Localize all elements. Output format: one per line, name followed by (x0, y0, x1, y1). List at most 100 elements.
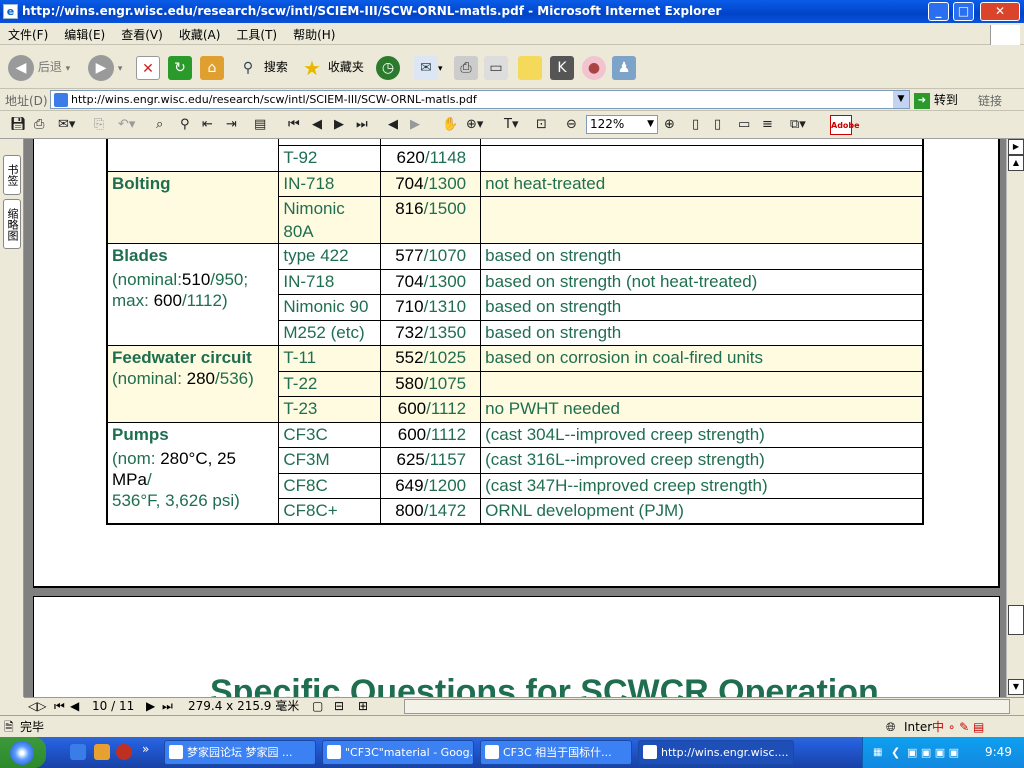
temperature-cell: 620/1148 (380, 145, 482, 172)
keyboard-icon[interactable]: ▦ (873, 737, 882, 768)
print-button[interactable]: ⎙ (454, 52, 478, 82)
scroll-up-icon[interactable]: ▶ (1008, 139, 1024, 155)
edit-button[interactable]: ▭ (484, 52, 508, 82)
tray-collapse-icon[interactable]: ❮ (891, 737, 900, 768)
task-forum[interactable]: 梦家园论坛 梦家园 ... (164, 740, 316, 765)
prev-page-icon[interactable]: ◀ (312, 116, 322, 134)
pdf-document-view[interactable]: T-91593/1100PWHT issuesT-92620/1148Bolti… (24, 139, 1006, 697)
fit-page-icon[interactable]: ▯ (714, 116, 721, 134)
zoom-in-icon[interactable]: ⊕ (664, 116, 675, 134)
status-last-page-icon[interactable]: ⏭ (162, 698, 173, 715)
actual-size-icon[interactable]: ▯ (692, 116, 699, 134)
menu-favorites[interactable]: 收藏(A) (171, 23, 229, 43)
temperature-cell: 732/1350 (380, 319, 482, 346)
last-page-icon[interactable]: ⏭ (356, 116, 368, 134)
save-icon[interactable]: 💾︎ (10, 116, 27, 134)
note-cell: based on strength (480, 294, 924, 321)
copy-icon[interactable]: ⎘ (94, 116, 104, 134)
first-page-icon[interactable]: ⏮ (288, 116, 300, 134)
menu-file[interactable]: 文件(F) (0, 23, 56, 43)
menu-edit[interactable]: 编辑(E) (56, 23, 113, 43)
zoom-tool-icon[interactable]: ⊕▾ (466, 116, 483, 134)
address-input[interactable]: http://wins.engr.wisc.edu/research/scw/i… (50, 90, 910, 109)
back-button[interactable]: ◀ 后退 ▾ (8, 52, 70, 82)
vertical-scrollbar[interactable]: ▶ ▲ ▼ (1006, 139, 1024, 697)
single-page-icon[interactable]: ▢ (312, 698, 323, 715)
page-layout-icon[interactable]: ⧉▾ (790, 116, 806, 134)
pig-button[interactable]: ● (582, 52, 606, 82)
messenger-button[interactable]: ♟ (612, 52, 636, 82)
reflow-icon[interactable]: ≡ (762, 116, 773, 134)
rotate-left-icon[interactable]: ⇤ (202, 116, 213, 134)
forward-view-icon[interactable]: ▶ (410, 116, 420, 134)
clock[interactable]: 9:49 (985, 737, 1012, 768)
task-label: "CF3C"material - Goog... (345, 746, 474, 759)
menu-view[interactable]: 查看(V) (113, 23, 171, 43)
fit-width-icon[interactable]: ▭ (738, 116, 750, 134)
print-icon[interactable]: ⎙ (34, 116, 44, 134)
quicklaunch-more-icon[interactable]: » (142, 742, 149, 756)
task-pdf[interactable]: http://wins.engr.wisc.... (638, 740, 794, 765)
tool-k-button[interactable]: K (550, 52, 574, 82)
adobe-logo-icon[interactable]: Adobe (830, 115, 860, 135)
mail-button[interactable]: ✉ ▾ (414, 52, 443, 82)
next-page-icon[interactable]: ▶ (334, 116, 344, 134)
maximize-button[interactable]: □ (953, 2, 974, 21)
pdf-page-11: Specific Questions for SCWCR Operation (33, 596, 1000, 697)
undo-icon[interactable]: ↶▾ (118, 116, 135, 134)
bookmarks-panel-icon[interactable]: ▤ (254, 116, 266, 134)
hand-tool-icon[interactable]: ✋ (442, 116, 458, 134)
app-quicklaunch-icon[interactable] (116, 744, 132, 760)
search-doc-icon[interactable]: ⚲ (180, 116, 190, 134)
ie-quicklaunch-icon[interactable] (70, 744, 86, 760)
home-button[interactable]: ⌂ (200, 52, 224, 82)
rotate-right-icon[interactable]: ⇥ (226, 116, 237, 134)
explorer-quicklaunch-icon[interactable] (94, 744, 110, 760)
temp-fahrenheit: /1300 (423, 173, 467, 193)
start-button[interactable] (0, 737, 46, 768)
text-select-icon[interactable]: T▾ (504, 116, 518, 134)
facing-icon[interactable]: ⊞ (358, 698, 368, 715)
back-label: 后退 (37, 60, 62, 74)
menu-tools[interactable]: 工具(T) (228, 23, 285, 43)
scroll-page-up-icon[interactable]: ▲ (1008, 155, 1024, 171)
links-label[interactable]: 链接 (978, 92, 1002, 109)
scroll-thumb[interactable] (1008, 605, 1024, 635)
ime-bar-icon[interactable]: 中 ∘ ✎ ▤ (932, 716, 984, 738)
address-dropdown-icon[interactable]: ▼ (893, 91, 909, 108)
minimize-button[interactable]: _ (928, 2, 949, 21)
forward-button[interactable]: ▶ ▾ (88, 52, 122, 82)
nav-toggle-icon[interactable]: ◁▷ (28, 698, 46, 715)
thumbnails-tab[interactable]: 缩略图 (3, 199, 21, 249)
status-prev-page-icon[interactable]: ◀ (70, 698, 79, 715)
bookmarks-tab[interactable]: 书签 (3, 155, 21, 195)
close-button[interactable]: ✕ (980, 2, 1020, 21)
page-indicator[interactable]: 10 / 11 (92, 698, 134, 715)
task-label: 梦家园论坛 梦家园 ... (187, 746, 293, 759)
scroll-down-icon[interactable]: ▼ (1008, 679, 1024, 695)
go-button[interactable]: ➜ 转到 (914, 91, 958, 109)
group-cell: Bolting (106, 170, 280, 244)
email-icon[interactable]: ✉▾ (58, 116, 75, 134)
menu-help[interactable]: 帮助(H) (285, 23, 343, 43)
task-google[interactable]: "CF3C"material - Goog... (322, 740, 474, 765)
horizontal-scrollbar[interactable] (404, 699, 1010, 714)
discuss-button[interactable] (518, 52, 542, 82)
status-first-page-icon[interactable]: ⏮ (54, 698, 65, 715)
zoom-input[interactable]: 122% ▼ (586, 115, 658, 134)
zoom-out-icon[interactable]: ⊖ (566, 116, 577, 134)
snapshot-icon[interactable]: ⊡ (536, 116, 547, 134)
history-button[interactable]: ◷ (376, 52, 400, 82)
material-cell: type 422 (278, 243, 382, 270)
note-icon (518, 55, 542, 80)
tray-app-icons[interactable]: ▣ ▣ ▣ ▣ (907, 737, 959, 768)
continuous-icon[interactable]: ⊟ (334, 698, 344, 715)
search-button[interactable]: ⚲ 搜索 (236, 52, 288, 82)
find-icon[interactable]: ⌕ (156, 116, 163, 134)
stop-button[interactable]: ✕ (136, 52, 160, 82)
task-cf3c[interactable]: CF3C 相当于国标什... (480, 740, 632, 765)
status-next-page-icon[interactable]: ▶ (146, 698, 155, 715)
refresh-button[interactable]: ↻ (168, 52, 192, 82)
back-view-icon[interactable]: ◀ (388, 116, 398, 134)
favorites-button[interactable]: ★ 收藏夹 (300, 52, 364, 82)
